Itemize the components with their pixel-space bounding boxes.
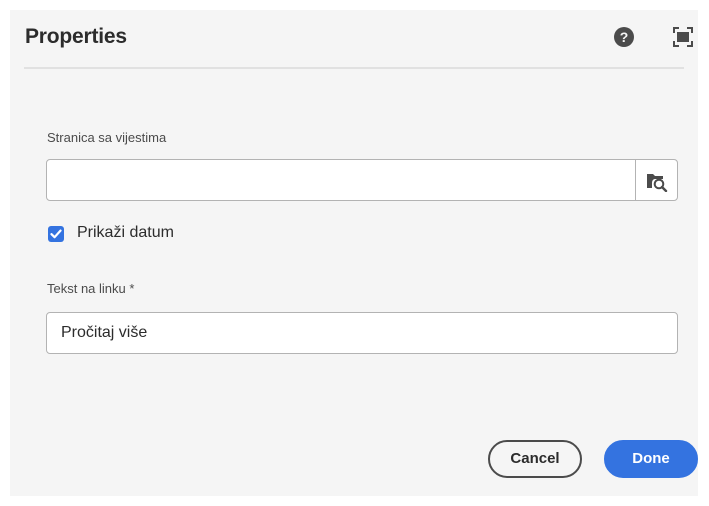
browse-button[interactable] xyxy=(635,159,678,201)
help-icon[interactable]: ? xyxy=(614,27,634,47)
news-page-label: Stranica sa vijestima xyxy=(47,130,167,145)
dialog-header: Properties ? xyxy=(24,10,693,69)
fullscreen-icon[interactable] xyxy=(672,26,694,48)
link-text-label: Tekst na linku * xyxy=(47,281,135,296)
show-date-label: Prikaži datum xyxy=(77,224,174,241)
properties-dialog: Properties ? Stranica sa vijestima Prika xyxy=(10,10,698,496)
news-page-input[interactable] xyxy=(46,159,636,201)
done-button[interactable]: Done xyxy=(604,440,698,478)
folder-search-icon xyxy=(647,174,668,192)
dialog-title: Properties xyxy=(25,25,127,48)
checkmark-icon xyxy=(50,229,62,239)
cancel-button[interactable]: Cancel xyxy=(488,440,582,478)
link-text-input[interactable] xyxy=(46,312,678,354)
show-date-checkbox[interactable] xyxy=(48,226,64,242)
